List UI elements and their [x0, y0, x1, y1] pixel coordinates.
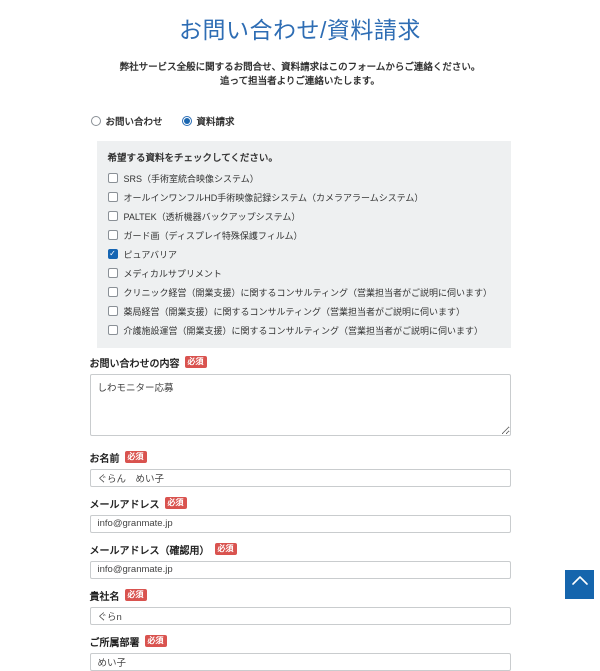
department-field-group: ご所属部署 必須: [90, 634, 511, 671]
name-label: お名前: [90, 450, 120, 465]
material-label: ピュアバリア: [124, 248, 177, 261]
checkbox-unchecked-icon[interactable]: [108, 287, 118, 297]
checkbox-unchecked-icon[interactable]: [108, 211, 118, 221]
inquiry-type-option-label: お問い合わせ: [106, 114, 163, 128]
inquiry-type-option[interactable]: 資料請求: [182, 114, 235, 128]
material-label: PALTEK（透析機器バックアップシステム）: [124, 210, 301, 223]
material-checkbox-row[interactable]: ✓ ピュアバリア: [108, 248, 499, 261]
material-checkbox-row[interactable]: ガード画（ディスプレイ特殊保護フィルム）: [108, 229, 499, 242]
message-textarea[interactable]: しわモニター応募: [90, 374, 511, 436]
materials-heading: 希望する資料をチェックしてください。: [108, 150, 499, 164]
page-intro: 弊社サービス全般に関するお問合せ、資料請求はこのフォームからご連絡ください。追っ…: [90, 61, 511, 90]
required-badge: 必須: [165, 497, 187, 509]
email-confirm-label: メールアドレス（確認用）: [90, 542, 210, 557]
material-label: クリニック経営（開業支援）に関するコンサルティング（営業担当者がご説明に伺います…: [124, 286, 492, 299]
name-field-group: お名前 必須: [90, 450, 511, 487]
required-badge: 必須: [185, 356, 207, 368]
chevron-up-icon: [570, 574, 590, 586]
company-label: 貴社名: [90, 588, 120, 603]
name-input[interactable]: [90, 469, 511, 487]
required-badge: 必須: [125, 451, 147, 463]
checkbox-checked-icon[interactable]: ✓: [108, 249, 118, 259]
material-label: ガード画（ディスプレイ特殊保護フィルム）: [124, 229, 303, 242]
back-to-top-button[interactable]: [565, 570, 594, 599]
department-input[interactable]: [90, 653, 511, 671]
page-title: お問い合わせ/資料請求: [90, 11, 511, 45]
inquiry-type-group: お問い合わせ 資料請求: [91, 114, 511, 128]
material-label: 薬局経営（開業支援）に関するコンサルティング（営業担当者がご説明に伺います）: [124, 305, 465, 318]
material-checkbox-row[interactable]: メディカルサプリメント: [108, 267, 499, 280]
radio-selected-icon[interactable]: [182, 116, 192, 126]
material-checkbox-row[interactable]: オールインワンフルHD手術映像記録システム（カメラアラームシステム）: [108, 191, 499, 204]
email-input[interactable]: [90, 515, 511, 533]
message-label: お問い合わせの内容: [90, 355, 180, 370]
materials-list: SRS（手術室統合映像システム） オールインワンフルHD手術映像記録システム（カメ…: [108, 172, 499, 337]
contact-form: お問い合わせ/資料請求 弊社サービス全般に関するお問合せ、資料請求はこのフォーム…: [90, 11, 511, 671]
material-checkbox-row[interactable]: 薬局経営（開業支援）に関するコンサルティング（営業担当者がご説明に伺います）: [108, 305, 499, 318]
message-field-group: お問い合わせの内容 必須 しわモニター応募: [90, 355, 511, 436]
required-badge: 必須: [145, 635, 167, 647]
email-label: メールアドレス: [90, 496, 160, 511]
email-confirm-field-group: メールアドレス（確認用） 必須: [90, 542, 511, 579]
radio-unselected-icon[interactable]: [91, 116, 101, 126]
material-checkbox-row[interactable]: クリニック経営（開業支援）に関するコンサルティング（営業担当者がご説明に伺います…: [108, 286, 499, 299]
email-field-group: メールアドレス 必須: [90, 496, 511, 533]
department-label: ご所属部署: [90, 634, 140, 649]
email-confirm-input[interactable]: [90, 561, 511, 579]
material-label: SRS（手術室統合映像システム）: [124, 172, 259, 185]
checkbox-unchecked-icon[interactable]: [108, 192, 118, 202]
checkbox-unchecked-icon[interactable]: [108, 268, 118, 278]
inquiry-type-option-label: 資料請求: [197, 114, 235, 128]
material-label: メディカルサプリメント: [124, 267, 222, 280]
required-badge: 必須: [215, 543, 237, 555]
material-checkbox-row[interactable]: 介護施設運営（開業支援）に関するコンサルティング（営業担当者がご説明に伺います）: [108, 324, 499, 337]
page-intro-line2: 追って担当者よりご連絡いたします。: [220, 76, 380, 87]
required-badge: 必須: [125, 589, 147, 601]
inquiry-type-option[interactable]: お問い合わせ: [91, 114, 163, 128]
material-checkbox-row[interactable]: PALTEK（透析機器バックアップシステム）: [108, 210, 499, 223]
material-label: オールインワンフルHD手術映像記録システム（カメラアラームシステム）: [124, 191, 424, 204]
materials-panel: 希望する資料をチェックしてください。 SRS（手術室統合映像システム） オールイン…: [97, 141, 511, 348]
company-input[interactable]: [90, 607, 511, 625]
company-field-group: 貴社名 必須: [90, 588, 511, 625]
checkbox-unchecked-icon[interactable]: [108, 325, 118, 335]
checkbox-unchecked-icon[interactable]: [108, 173, 118, 183]
page-intro-line1: 弊社サービス全般に関するお問合せ、資料請求はこのフォームからご連絡ください。: [120, 62, 481, 73]
checkbox-unchecked-icon[interactable]: [108, 306, 118, 316]
checkbox-unchecked-icon[interactable]: [108, 230, 118, 240]
material-checkbox-row[interactable]: SRS（手術室統合映像システム）: [108, 172, 499, 185]
material-label: 介護施設運営（開業支援）に関するコンサルティング（営業担当者がご説明に伺います）: [124, 324, 483, 337]
